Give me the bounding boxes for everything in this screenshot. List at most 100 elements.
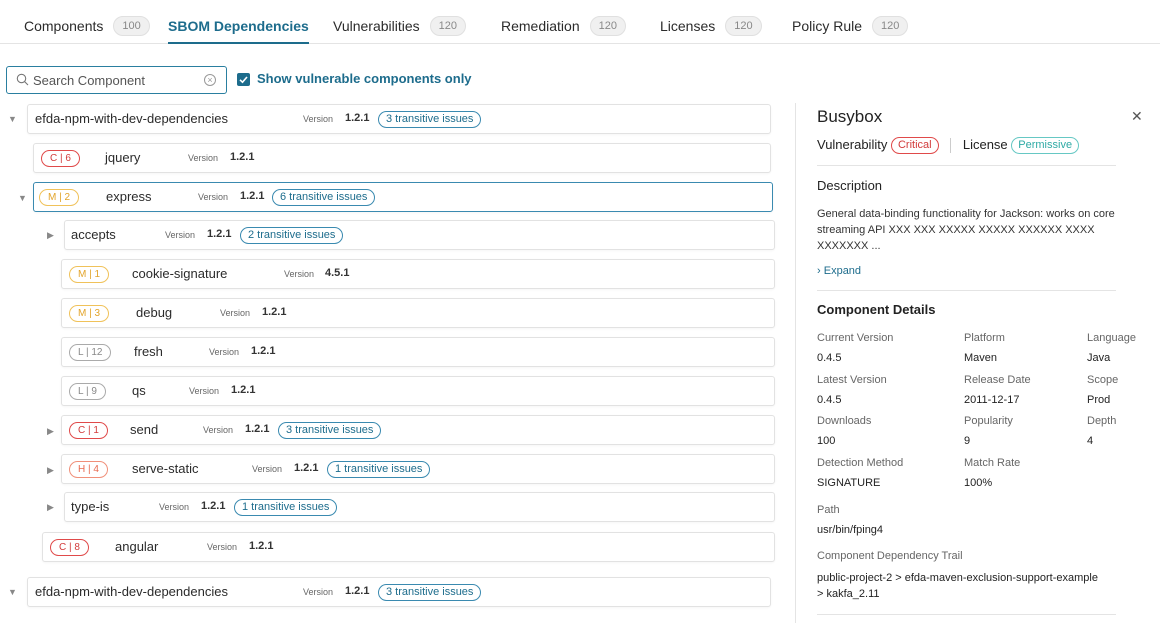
vulnerable-only-checkbox[interactable] (237, 73, 250, 86)
tree-row[interactable]: type-is Version 1.2.1 1 transitive issue… (64, 492, 775, 522)
version-value: 1.2.1 (231, 384, 256, 396)
tab-label: Vulnerabilities (333, 18, 420, 34)
version-label: Version (303, 114, 334, 124)
expand-caret-icon[interactable]: ▶ (47, 230, 54, 241)
vulnerability-pill: Critical (890, 137, 939, 155)
component-name: accepts (71, 227, 116, 242)
tab-count: 100 (113, 16, 150, 36)
version-label: Version (209, 347, 240, 357)
tab-label: Components (24, 18, 104, 34)
detail-value: 100 (817, 435, 836, 447)
collapse-caret-icon[interactable]: ▼ (18, 193, 27, 203)
tab-count: 120 (429, 16, 466, 36)
chevron-right-icon: › (817, 265, 821, 277)
transitive-issues-badge[interactable]: 1 transitive issues (234, 499, 338, 516)
severity-badge: M | 1 (69, 266, 110, 283)
tab-vulnerabilities[interactable]: Vulnerabilities 120 (333, 12, 466, 42)
transitive-issues-badge[interactable]: 3 transitive issues (378, 111, 482, 128)
close-icon[interactable]: ✕ (1131, 108, 1143, 125)
collapse-caret-icon[interactable]: ▼ (8, 114, 17, 124)
separator (950, 138, 952, 154)
tab-label: Remediation (501, 18, 580, 34)
detail-label: Match Rate (964, 457, 1021, 469)
vulnerable-only-label[interactable]: Show vulnerable components only (257, 71, 472, 86)
license-label: License (962, 137, 1008, 152)
version-value: 1.2.1 (249, 540, 274, 552)
tree-row[interactable]: M | 2 express Version 1.2.1 6 transitive… (33, 182, 773, 212)
tree-row[interactable]: L | 9 qs Version 1.2.1 (61, 376, 775, 406)
tab-policy-rule[interactable]: Policy Rule 120 (792, 12, 909, 42)
tree-row[interactable]: L | 12 fresh Version 1.2.1 (61, 337, 775, 367)
detail-label: Latest Version (817, 374, 887, 386)
tab-count: 120 (872, 16, 909, 36)
detail-label: Language (1087, 332, 1136, 344)
version-label: Version (159, 502, 190, 512)
version-value: 1.2.1 (245, 423, 270, 435)
search-input[interactable] (33, 70, 198, 90)
license-pill: Permissive (1011, 137, 1080, 155)
transitive-issues-badge[interactable]: 1 transitive issues (327, 461, 431, 478)
expand-link[interactable]: › Expand (817, 265, 861, 277)
version-value: 1.2.1 (230, 151, 255, 163)
description-heading: Description (817, 178, 883, 193)
path-value: usr/bin/fping4 (817, 524, 884, 536)
tree-row[interactable]: C | 8 angular Version 1.2.1 (42, 532, 775, 562)
component-name: cookie-signature (132, 266, 228, 281)
tree-row[interactable]: M | 3 debug Version 1.2.1 (61, 298, 775, 328)
version-label: Version (284, 269, 315, 279)
component-name: debug (136, 305, 173, 320)
trail-value: public-project-2 > efda-maven-exclusion-… (817, 572, 1098, 600)
panel-divider (795, 103, 796, 623)
detail-value: 9 (964, 435, 971, 447)
tab-components[interactable]: Components 100 (24, 12, 150, 42)
detail-label: Popularity (964, 415, 1013, 427)
collapse-caret-icon[interactable]: ▼ (8, 587, 17, 597)
version-label: Version (207, 542, 238, 552)
tab-remediation[interactable]: Remediation 120 (501, 12, 626, 42)
tab-sbom-dependencies[interactable]: SBOM Dependencies (168, 12, 309, 44)
detail-value: Maven (964, 352, 998, 364)
panel-status-line: Vulnerability Critical License Permissiv… (817, 137, 1080, 155)
search-icon (16, 73, 29, 91)
version-value: 1.2.1 (294, 462, 319, 474)
tab-label: Policy Rule (792, 18, 863, 34)
tree-row[interactable]: C | 1 send Version 1.2.1 3 transitive is… (61, 415, 775, 445)
detail-value: 0.4.5 (817, 394, 842, 406)
panel-title: Busybox (817, 107, 883, 126)
component-name: serve-static (132, 461, 199, 476)
version-label: Version (198, 192, 229, 202)
component-name: efda-npm-with-dev-dependencies (35, 111, 228, 126)
vulnerability-label: Vulnerability (817, 137, 888, 152)
transitive-issues-badge[interactable]: 2 transitive issues (240, 227, 344, 244)
tab-bar: Components 100 SBOM Dependencies Vulnera… (0, 0, 1160, 44)
tree-row[interactable]: M | 1 cookie-signature Version 4.5.1 (61, 259, 775, 289)
expand-label: Expand (823, 265, 862, 277)
divider (817, 614, 1116, 615)
tree-row[interactable]: C | 6 jquery Version 1.2.1 (33, 143, 771, 173)
tree-row[interactable]: efda-npm-with-dev-dependencies Version 1… (27, 104, 771, 134)
expand-caret-icon[interactable]: ▶ (47, 502, 54, 513)
version-label: Version (220, 308, 251, 318)
tab-licenses[interactable]: Licenses 120 (660, 12, 762, 42)
check-icon (239, 76, 248, 84)
version-value: 1.2.1 (201, 500, 226, 512)
transitive-issues-badge[interactable]: 3 transitive issues (278, 422, 382, 439)
version-label: Version (203, 425, 234, 435)
version-label: Version (252, 464, 283, 474)
clear-icon[interactable]: × (204, 74, 216, 86)
version-value: 1.2.1 (251, 345, 276, 357)
expand-caret-icon[interactable]: ▶ (47, 465, 54, 476)
divider (817, 165, 1116, 166)
expand-caret-icon[interactable]: ▶ (47, 426, 54, 437)
tree-row[interactable]: H | 4 serve-static Version 1.2.1 1 trans… (61, 454, 775, 484)
detail-value: 0.4.5 (817, 352, 842, 364)
tree-row[interactable]: accepts Version 1.2.1 2 transitive issue… (64, 220, 775, 250)
description-text: General data-binding functionality for J… (817, 208, 1115, 252)
tree-row[interactable]: efda-npm-with-dev-dependencies Version 1… (27, 577, 771, 607)
version-label: Version (165, 230, 196, 240)
path-label: Path (817, 504, 840, 516)
transitive-issues-badge[interactable]: 3 transitive issues (378, 584, 482, 601)
detail-value: Java (1087, 352, 1111, 364)
component-name: type-is (71, 499, 110, 514)
transitive-issues-badge[interactable]: 6 transitive issues (272, 189, 376, 206)
